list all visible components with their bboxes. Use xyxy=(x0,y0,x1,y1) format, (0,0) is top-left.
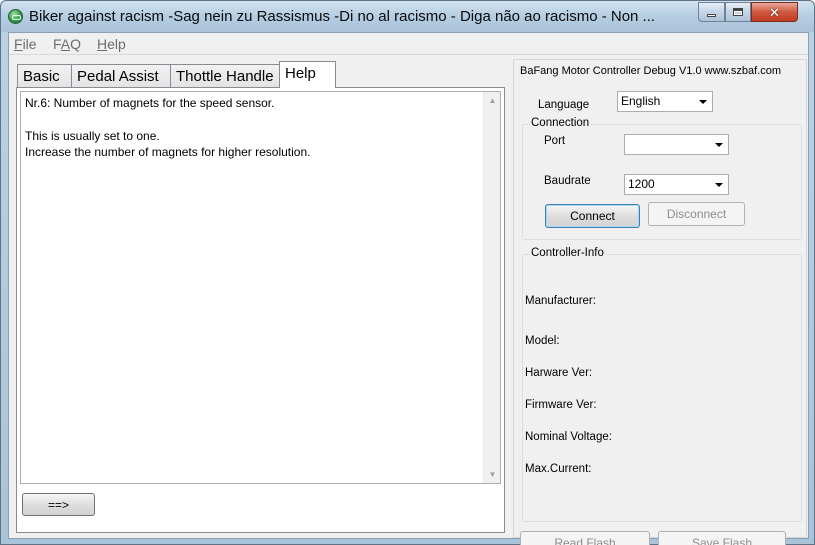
close-button[interactable]: ✕ xyxy=(751,2,798,22)
tab-basic-label: Basic xyxy=(23,68,60,85)
minimize-icon xyxy=(707,13,716,17)
help-text: Nr.6: Number of magnets for the speed se… xyxy=(25,95,480,161)
model-label: Model: xyxy=(525,335,560,347)
manufacturer-label: Manufacturer: xyxy=(525,295,596,307)
connection-title: Connection xyxy=(529,117,592,129)
help-line-1: Nr.6: Number of magnets for the speed se… xyxy=(25,96,275,110)
menu-faq-label-end: Q xyxy=(70,36,82,52)
port-select[interactable] xyxy=(624,134,729,155)
help-line-2: This is usually set to one. xyxy=(25,128,160,143)
tab-throttle-handle[interactable]: Thottle Handle xyxy=(170,64,280,87)
help-textbox[interactable]: Nr.6: Number of magnets for the speed se… xyxy=(20,91,501,484)
max-current-label: Max.Current: xyxy=(525,463,592,475)
disconnect-button[interactable]: Disconnect xyxy=(648,202,745,226)
chevron-down-icon xyxy=(715,143,723,147)
menu-help-mnemonic: H xyxy=(97,36,108,52)
app-window: Biker against racism -Sag nein zu Rassis… xyxy=(0,0,815,545)
menu-file[interactable]: File xyxy=(14,36,37,52)
menu-faq[interactable]: FAQ xyxy=(53,36,81,52)
help-line-3: Increase the number of magnets for highe… xyxy=(25,145,311,159)
controller-info-title: Controller-Info xyxy=(529,247,606,259)
chevron-down-icon xyxy=(715,183,723,187)
language-select[interactable]: English xyxy=(617,91,713,112)
scroll-down-icon[interactable]: ▼ xyxy=(484,466,501,483)
menu-bar: File FAQ Help xyxy=(9,33,808,55)
tab-throttle-handle-label: Thottle Handle xyxy=(176,68,274,85)
title-bar[interactable]: Biker against racism -Sag nein zu Rassis… xyxy=(1,1,814,32)
menu-help-label: elp xyxy=(107,36,126,52)
baudrate-value: 1200 xyxy=(628,177,655,191)
scroll-up-icon[interactable]: ▲ xyxy=(484,92,501,109)
port-label: Port xyxy=(544,135,566,147)
maximize-button[interactable] xyxy=(725,2,751,22)
minimize-button[interactable] xyxy=(698,2,725,22)
window-title: Biker against racism -Sag nein zu Rassis… xyxy=(29,8,656,25)
controller-panel: BaFang Motor Controller Debug V1.0 www.s… xyxy=(513,59,807,545)
tab-basic[interactable]: Basic xyxy=(17,64,72,87)
tab-help[interactable]: Help xyxy=(279,61,336,88)
save-flash-button[interactable]: Save Flash xyxy=(658,531,786,545)
vertical-scrollbar[interactable]: ▲ ▼ xyxy=(483,92,500,483)
app-icon xyxy=(8,9,23,24)
baudrate-select[interactable]: 1200 xyxy=(624,174,729,195)
help-tab-page: Nr.6: Number of magnets for the speed se… xyxy=(16,87,505,533)
nominal-voltage-label: Nominal Voltage: xyxy=(525,431,612,443)
close-icon: ✕ xyxy=(769,4,780,20)
hardware-version-label: Harware Ver: xyxy=(525,367,593,379)
tab-pedal-assist-label: Pedal Assist xyxy=(77,68,159,85)
read-flash-button[interactable]: Read Flash xyxy=(520,531,650,545)
tab-help-label: Help xyxy=(285,65,316,82)
menu-faq-mnemonic: A xyxy=(60,36,71,52)
maximize-icon xyxy=(733,8,743,16)
menu-help[interactable]: Help xyxy=(97,36,126,52)
menu-file-label: ile xyxy=(22,36,37,52)
firmware-version-label: Firmware Ver: xyxy=(525,399,597,411)
tab-control: Basic Pedal Assist Thottle Handle Help N… xyxy=(16,61,505,533)
baudrate-label: Baudrate xyxy=(544,175,591,187)
controller-info-group: Controller-Info Manufacturer: Model: Har… xyxy=(522,247,802,522)
language-value: English xyxy=(621,94,661,108)
menu-file-mnemonic: F xyxy=(14,36,23,52)
connect-button[interactable]: Connect xyxy=(545,204,640,228)
menu-faq-label-start: F xyxy=(53,36,61,52)
client-area: File FAQ Help Basic Pedal Assist Thottle… xyxy=(8,32,809,545)
next-button[interactable]: ==> xyxy=(22,493,95,516)
tab-pedal-assist[interactable]: Pedal Assist xyxy=(71,64,171,87)
language-label: Language xyxy=(538,99,590,111)
app-header: BaFang Motor Controller Debug V1.0 www.s… xyxy=(520,65,782,77)
chevron-down-icon xyxy=(699,100,707,104)
connection-group: Connection Port Baudrate 1200 Connect Di… xyxy=(522,117,802,240)
